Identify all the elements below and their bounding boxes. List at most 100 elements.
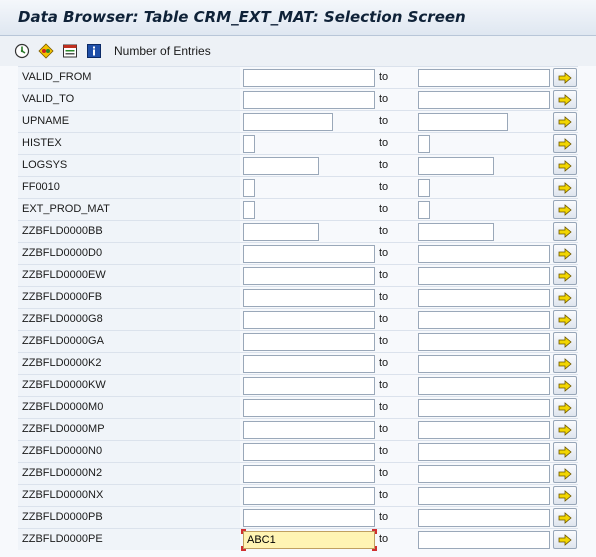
high-value-input[interactable] — [418, 289, 550, 307]
low-value-input[interactable] — [243, 311, 375, 329]
low-value-input[interactable] — [243, 91, 375, 109]
high-value-input[interactable] — [418, 113, 508, 131]
multiple-selection-button[interactable] — [553, 222, 577, 241]
high-value-input[interactable] — [418, 355, 550, 373]
high-value-input[interactable] — [418, 69, 550, 87]
low-value-input[interactable] — [243, 487, 375, 505]
selection-row: VALID_FROM to — [18, 66, 578, 88]
multiple-selection-button[interactable] — [553, 90, 577, 109]
arrow-right-icon — [558, 533, 572, 546]
to-label: to — [379, 467, 389, 479]
number-of-entries-button[interactable]: Number of Entries — [114, 44, 211, 58]
field-name-label: ZZBFLD0000K2 — [22, 357, 102, 369]
multiple-selection-button[interactable] — [553, 354, 577, 373]
high-value-input[interactable] — [418, 465, 550, 483]
to-label: to — [379, 357, 389, 369]
multiple-selection-button[interactable] — [553, 442, 577, 461]
high-value-input[interactable] — [418, 443, 550, 461]
field-name-label: ZZBFLD0000M0 — [22, 401, 104, 413]
high-value-input[interactable] — [418, 223, 494, 241]
low-value-input[interactable] — [243, 333, 375, 351]
to-label: to — [379, 423, 389, 435]
low-value-input[interactable] — [243, 179, 255, 197]
low-value-input[interactable] — [243, 355, 375, 373]
low-value-input[interactable] — [243, 399, 375, 417]
low-value-input[interactable] — [243, 289, 375, 307]
high-value-input[interactable] — [418, 245, 550, 263]
low-value-input[interactable] — [243, 245, 375, 263]
arrow-right-icon — [558, 203, 572, 216]
to-label: to — [379, 445, 389, 457]
high-value-input[interactable] — [418, 201, 430, 219]
arrow-right-icon — [558, 423, 572, 436]
low-value-input[interactable] — [243, 157, 319, 175]
low-value-input[interactable] — [243, 421, 375, 439]
low-value-input[interactable] — [243, 509, 375, 527]
to-label: to — [379, 533, 389, 545]
low-value-input[interactable] — [243, 223, 319, 241]
high-value-input[interactable] — [418, 509, 550, 527]
high-value-input[interactable] — [418, 135, 430, 153]
multiple-selection-button[interactable] — [553, 112, 577, 131]
to-label: to — [379, 225, 389, 237]
selection-row: ZZBFLD0000NX to — [18, 484, 578, 506]
arrow-right-icon — [558, 357, 572, 370]
info-icon[interactable] — [85, 42, 103, 60]
high-value-input[interactable] — [418, 179, 430, 197]
multiple-selection-button[interactable] — [553, 156, 577, 175]
execute-icon[interactable] — [13, 42, 31, 60]
low-value-input[interactable] — [243, 377, 375, 395]
field-name-label: VALID_TO — [22, 93, 75, 105]
field-name-label: ZZBFLD0000G8 — [22, 313, 103, 325]
low-value-input[interactable] — [243, 69, 375, 87]
arrow-right-icon — [558, 137, 572, 150]
high-value-input[interactable] — [418, 267, 550, 285]
selection-row: ZZBFLD0000FB to — [18, 286, 578, 308]
multiple-selection-button[interactable] — [553, 134, 577, 153]
high-value-input[interactable] — [418, 333, 550, 351]
high-value-input[interactable] — [418, 531, 550, 549]
field-name-label: ZZBFLD0000N0 — [22, 445, 103, 457]
high-value-input[interactable] — [418, 421, 550, 439]
arrow-right-icon — [558, 489, 572, 502]
multiple-selection-button[interactable] — [553, 508, 577, 527]
multiple-selection-button[interactable] — [553, 200, 577, 219]
low-value-input[interactable] — [243, 201, 255, 219]
selection-row: ZZBFLD0000M0 to — [18, 396, 578, 418]
arrow-right-icon — [558, 181, 572, 194]
reset-icon[interactable] — [37, 42, 55, 60]
multiple-selection-button[interactable] — [553, 376, 577, 395]
high-value-input[interactable] — [418, 399, 550, 417]
high-value-input[interactable] — [418, 157, 494, 175]
multiple-selection-button[interactable] — [553, 288, 577, 307]
to-label: to — [379, 313, 389, 325]
low-value-input[interactable] — [243, 465, 375, 483]
low-value-input[interactable]: ABC1 — [243, 531, 375, 549]
field-name-label: LOGSYS — [22, 159, 68, 171]
arrow-right-icon — [558, 379, 572, 392]
high-value-input[interactable] — [418, 311, 550, 329]
multiple-selection-button[interactable] — [553, 266, 577, 285]
low-value-input[interactable] — [243, 267, 375, 285]
multiple-selection-button[interactable] — [553, 332, 577, 351]
selection-row: ZZBFLD0000PB to — [18, 506, 578, 528]
low-value-input[interactable] — [243, 113, 333, 131]
high-value-input[interactable] — [418, 91, 550, 109]
multiple-selection-button[interactable] — [553, 178, 577, 197]
low-value-input[interactable] — [243, 443, 375, 461]
field-name-label: ZZBFLD0000GA — [22, 335, 104, 347]
multiple-selection-button[interactable] — [553, 486, 577, 505]
variant-icon[interactable] — [61, 42, 79, 60]
multiple-selection-button[interactable] — [553, 530, 577, 549]
high-value-input[interactable] — [418, 487, 550, 505]
multiple-selection-button[interactable] — [553, 398, 577, 417]
high-value-input[interactable] — [418, 377, 550, 395]
multiple-selection-button[interactable] — [553, 244, 577, 263]
arrow-right-icon — [558, 93, 572, 106]
multiple-selection-button[interactable] — [553, 68, 577, 87]
multiple-selection-button[interactable] — [553, 420, 577, 439]
multiple-selection-button[interactable] — [553, 464, 577, 483]
multiple-selection-button[interactable] — [553, 310, 577, 329]
low-value-input[interactable] — [243, 135, 255, 153]
to-label: to — [379, 269, 389, 281]
